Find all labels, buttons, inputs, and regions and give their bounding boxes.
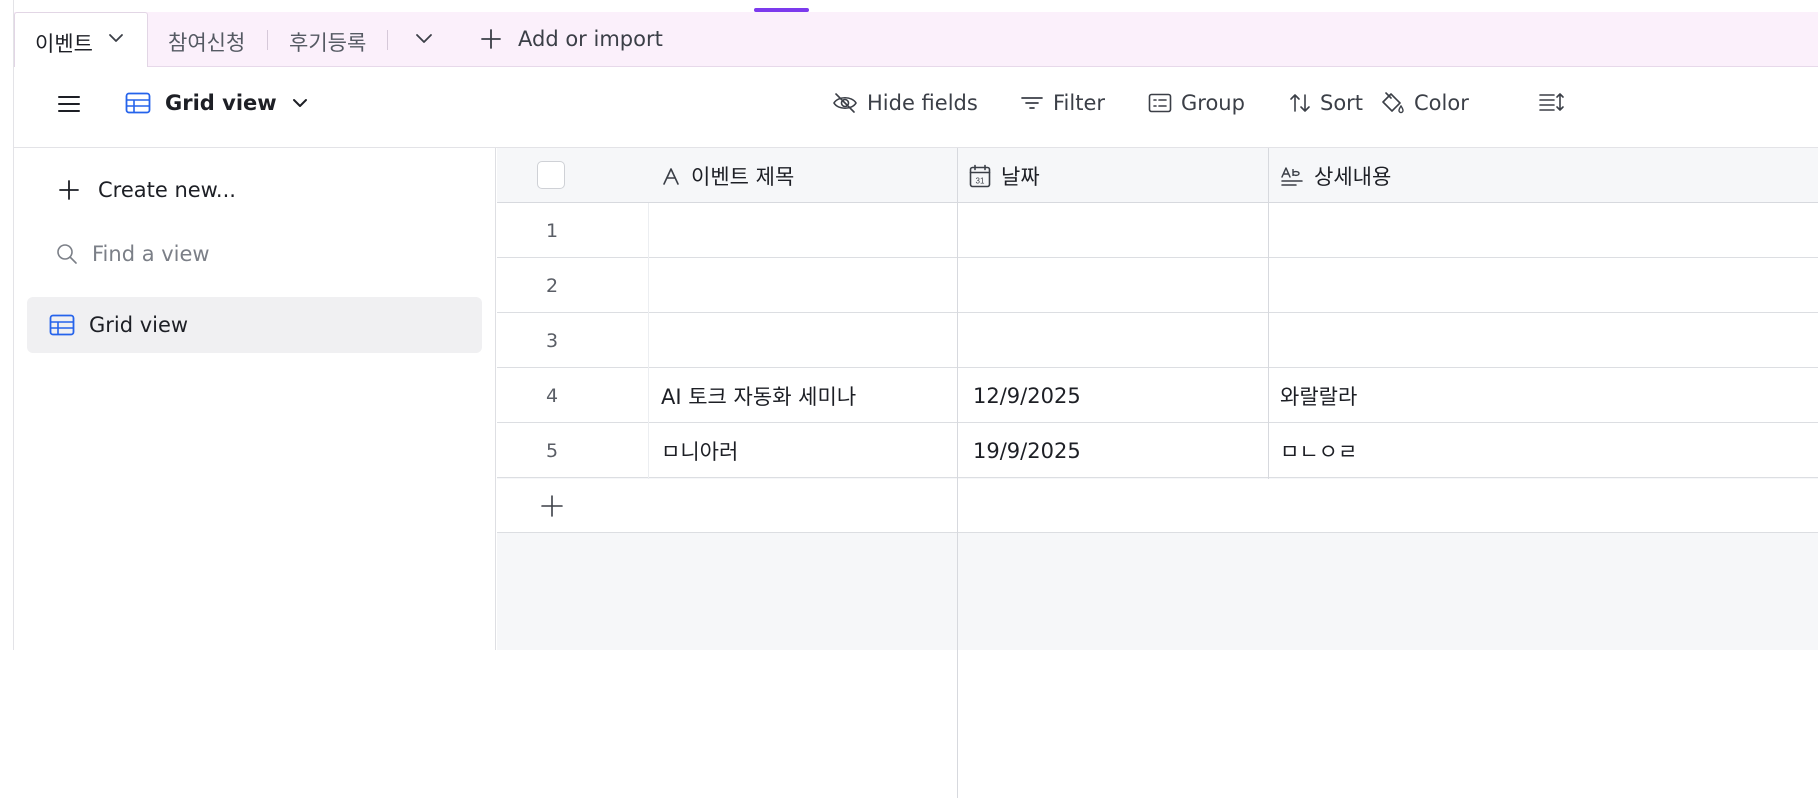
calendar-icon: 31 xyxy=(969,164,991,188)
create-new-label: Create new... xyxy=(98,178,236,202)
tab-divider xyxy=(387,30,388,50)
cell-date[interactable] xyxy=(973,203,1269,258)
long-text-icon xyxy=(1280,165,1304,187)
group-label: Group xyxy=(1181,91,1245,115)
cell-date[interactable]: 19/9/2025 xyxy=(973,423,1269,478)
cell-date[interactable]: 12/9/2025 xyxy=(973,368,1269,423)
tab-table-events[interactable]: 이벤트 xyxy=(14,12,148,67)
cell-details[interactable] xyxy=(1280,258,1580,313)
add-or-import-label: Add or import xyxy=(518,27,663,51)
column-divider xyxy=(1268,148,1269,479)
cell-details[interactable]: ㅁㄴㅇㄹ xyxy=(1280,423,1580,478)
row-height-icon xyxy=(1538,91,1566,113)
row-number: 5 xyxy=(545,439,559,462)
chevron-down-icon xyxy=(291,94,309,112)
filter-icon xyxy=(1020,93,1044,113)
filter-button[interactable]: Filter xyxy=(1020,91,1105,115)
row-number: 1 xyxy=(545,219,559,242)
column-header-date[interactable]: 31 날짜 xyxy=(969,148,1040,203)
color-button[interactable]: Color xyxy=(1379,91,1469,115)
cell-event-title[interactable] xyxy=(661,203,957,258)
table-row[interactable]: 4 AI 토크 자동화 세미나 12/9/2025 와랄랄라 xyxy=(497,368,1818,423)
plus-icon xyxy=(480,28,502,50)
plus-icon xyxy=(58,179,80,201)
sort-label: Sort xyxy=(1320,91,1364,115)
color-label: Color xyxy=(1414,91,1469,115)
column-header-label: 상세내용 xyxy=(1314,164,1392,189)
row-number: 3 xyxy=(545,329,559,352)
text-field-icon xyxy=(661,166,681,186)
view-switcher[interactable]: Grid view xyxy=(125,91,309,115)
views-sidebar: Create new... Grid view xyxy=(14,148,496,650)
table-row[interactable]: 3 xyxy=(497,313,1818,368)
cell-event-title[interactable]: ㅁ니아러 xyxy=(661,423,957,478)
grid-view-icon xyxy=(49,314,75,336)
cell-details[interactable] xyxy=(1280,203,1580,258)
hide-fields-label: Hide fields xyxy=(867,91,978,115)
row-number-divider xyxy=(648,203,649,479)
sidebar-view-grid[interactable]: Grid view xyxy=(27,297,482,353)
sort-icon xyxy=(1289,92,1311,114)
more-tables-chevron-icon[interactable] xyxy=(414,28,434,48)
data-grid: 이벤트 제목 31 날짜 상세내용 1 2 3 4 AI 토크 자동화 세미나 … xyxy=(497,148,1818,798)
find-view-search xyxy=(56,242,392,266)
app-frame-edge xyxy=(0,0,14,650)
view-toolbar: Grid view Hide fields Filter Group Sort … xyxy=(14,67,1818,148)
find-view-input[interactable] xyxy=(92,242,392,266)
view-name: Grid view xyxy=(165,91,277,115)
grid-view-icon xyxy=(125,92,151,114)
filter-label: Filter xyxy=(1053,91,1106,115)
table-row[interactable]: 1 xyxy=(497,203,1818,258)
table-row[interactable]: 5 ㅁ니아러 19/9/2025 ㅁㄴㅇㄹ xyxy=(497,423,1818,478)
search-icon xyxy=(56,243,78,265)
chevron-down-icon[interactable] xyxy=(107,29,125,47)
table-row[interactable]: 2 xyxy=(497,258,1818,313)
tab-table-reviews[interactable]: 후기등록 xyxy=(289,27,366,57)
cell-details[interactable] xyxy=(1280,313,1580,368)
paint-bucket-icon xyxy=(1379,91,1405,115)
select-all-checkbox[interactable] xyxy=(537,161,565,189)
sidebar-view-label: Grid view xyxy=(89,313,189,337)
tab-label: 이벤트 xyxy=(35,32,93,56)
grid-header-row: 이벤트 제목 31 날짜 상세내용 xyxy=(497,148,1818,203)
cell-details[interactable]: 와랄랄라 xyxy=(1280,368,1580,423)
cell-event-title[interactable]: AI 토크 자동화 세미나 xyxy=(661,368,957,423)
hide-fields-button[interactable]: Hide fields xyxy=(832,91,978,115)
create-new-view-button[interactable]: Create new... xyxy=(58,178,236,202)
row-height-button[interactable] xyxy=(1538,91,1566,113)
cell-date[interactable] xyxy=(973,313,1269,368)
cell-event-title[interactable] xyxy=(661,313,957,368)
plus-icon xyxy=(541,495,563,517)
row-number: 4 xyxy=(545,384,559,407)
add-record-row[interactable] xyxy=(497,479,1818,533)
column-header-label: 이벤트 제목 xyxy=(691,164,795,189)
cell-date[interactable] xyxy=(973,258,1269,313)
eye-off-icon xyxy=(832,92,858,114)
add-or-import-button[interactable]: Add or import xyxy=(480,24,663,54)
svg-text:31: 31 xyxy=(976,176,985,185)
column-header-details[interactable]: 상세내용 xyxy=(1280,148,1391,203)
sort-button[interactable]: Sort xyxy=(1289,91,1363,115)
row-number: 2 xyxy=(545,274,559,297)
tab-table-signups[interactable]: 참여신청 xyxy=(168,27,245,57)
hamburger-menu-icon[interactable] xyxy=(58,95,80,113)
group-icon xyxy=(1148,93,1172,113)
table-tabs-bar: 이벤트 참여신청 후기등록 Add or import xyxy=(14,12,1818,67)
column-header-label: 날짜 xyxy=(1001,164,1040,189)
tab-divider xyxy=(267,30,268,50)
column-divider xyxy=(957,148,958,798)
column-header-event-title[interactable]: 이벤트 제목 xyxy=(661,148,794,203)
group-button[interactable]: Group xyxy=(1148,91,1245,115)
cell-event-title[interactable] xyxy=(661,258,957,313)
